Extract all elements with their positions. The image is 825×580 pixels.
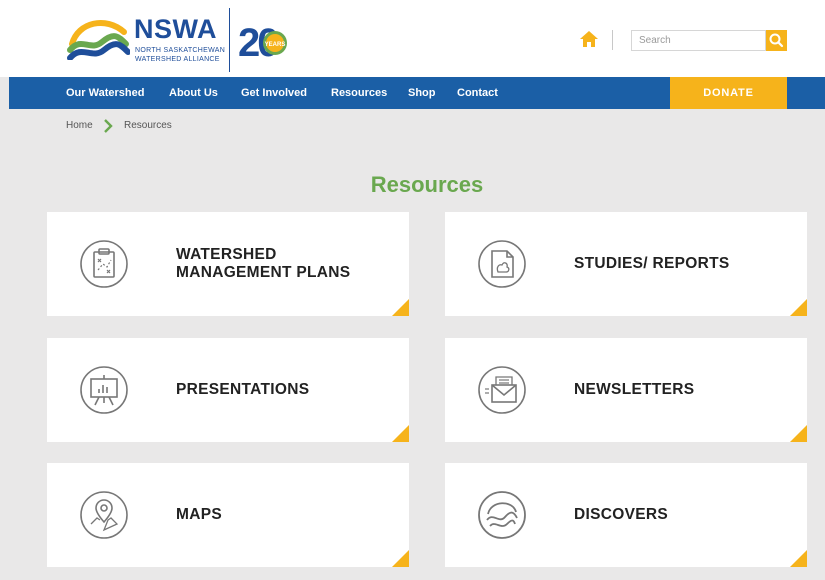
card-corner-accent [392,299,409,316]
toolbar-divider [612,30,613,50]
card-label: NEWSLETTERS [574,381,695,398]
nav-item-our-watershed[interactable]: Our Watershed [66,77,144,109]
home-icon[interactable] [579,29,599,49]
header: NSWA NORTH SASKATCHEWAN WATERSHED ALLIAN… [0,0,825,77]
nav-item-contact[interactable]: Contact [457,77,498,109]
resource-card-newsletters[interactable]: NEWSLETTERS [445,338,807,442]
waves-icon [478,491,526,539]
twenty-years-badge: 20 YEARS [238,22,287,60]
card-label: WATERSHED MANAGEMENT PLANS [176,246,351,281]
envelope-icon [478,366,526,414]
resource-card-studies-reports[interactable]: STUDIES/ REPORTS [445,212,807,316]
nswa-logo[interactable]: NSWA NORTH SASKATCHEWAN WATERSHED ALLIAN… [66,12,226,66]
card-corner-accent [790,425,807,442]
breadcrumb-home-link[interactable]: Home [66,120,93,131]
card-label: DISCOVERS [574,506,668,523]
page-title: Resources [370,172,484,197]
logo-subtitle-line2: WATERSHED ALLIANCE [135,56,220,63]
main-nav: Our Watershed About Us Get Involved Reso… [9,77,825,109]
logo-divider [229,8,230,72]
clipboard-plan-icon [80,240,128,288]
card-corner-accent [790,299,807,316]
card-label: PRESENTATIONS [176,381,310,398]
logo-subtitle: NORTH SASKATCHEWAN WATERSHED ALLIANCE [135,46,225,64]
card-corner-accent [392,550,409,567]
logo-subtitle-line1: NORTH SASKATCHEWAN [135,47,226,54]
resource-card-presentations[interactable]: PRESENTATIONS [47,338,409,442]
resource-card-discovers[interactable]: DISCOVERS [445,463,807,567]
donate-button[interactable]: DONATE [670,77,787,109]
card-corner-accent [392,425,409,442]
card-label: MAPS [176,506,222,523]
resource-card-maps[interactable]: MAPS [47,463,409,567]
search-icon[interactable] [766,30,787,51]
anniversary-word: YEARS [265,42,286,48]
card-label: STUDIES/ REPORTS [574,255,730,272]
nav-item-shop[interactable]: Shop [408,77,436,109]
nav-item-resources[interactable]: Resources [331,77,387,109]
logo-title: NSWA [134,14,217,44]
presentation-board-icon [80,366,128,414]
resource-card-watershed-management-plans[interactable]: WATERSHED MANAGEMENT PLANS [47,212,409,316]
report-document-icon [478,240,526,288]
logo-waves-icon [67,20,130,60]
chevron-right-icon [104,119,113,133]
map-pin-icon [80,491,128,539]
nav-item-get-involved[interactable]: Get Involved [241,77,307,109]
breadcrumb-current: Resources [124,120,172,131]
search-input[interactable] [631,30,766,51]
nav-item-about-us[interactable]: About Us [169,77,218,109]
card-corner-accent [790,550,807,567]
